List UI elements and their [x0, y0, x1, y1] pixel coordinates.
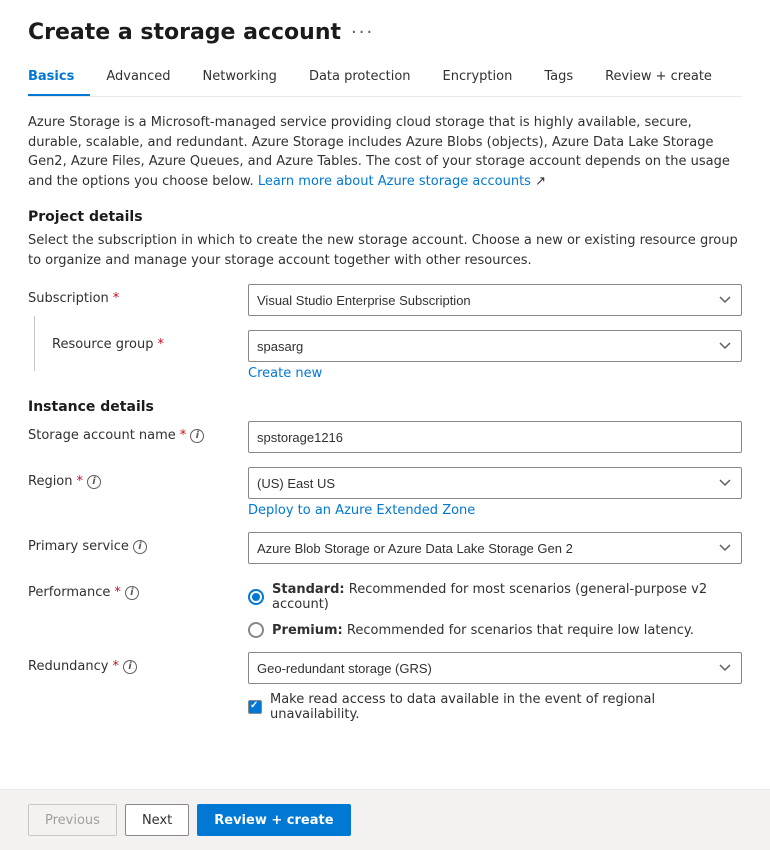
region-row: Region * i (US) East US Deploy to an Azu… [28, 467, 742, 518]
performance-standard-radio[interactable] [248, 589, 264, 605]
redundancy-checkbox-label: Make read access to data available in th… [270, 692, 742, 722]
resource-group-row: Resource group * spasarg Create new [28, 330, 742, 381]
performance-standard-label: Standard: Recommended for most scenarios… [272, 582, 742, 612]
storage-account-name-control [248, 421, 742, 453]
deploy-extended-zone-link[interactable]: Deploy to an Azure Extended Zone [248, 503, 742, 518]
region-label: Region * i [28, 467, 248, 489]
learn-more-link[interactable]: Learn more about Azure storage accounts [258, 174, 531, 189]
redundancy-checkbox[interactable] [248, 700, 262, 714]
footer: Previous Next Review + create [0, 789, 770, 850]
indent-line [34, 316, 35, 371]
tab-networking[interactable]: Networking [187, 61, 293, 96]
redundancy-control: Geo-redundant storage (GRS) Make read ac… [248, 652, 742, 722]
performance-standard-option[interactable]: Standard: Recommended for most scenarios… [248, 582, 742, 612]
storage-name-required: * [180, 428, 187, 443]
storage-account-name-label: Storage account name * i [28, 421, 248, 443]
resource-group-required: * [158, 337, 165, 352]
page-title-ellipsis: ··· [351, 22, 374, 43]
performance-radio-group: Standard: Recommended for most scenarios… [248, 578, 742, 638]
primary-service-select[interactable]: Azure Blob Storage or Azure Data Lake St… [248, 532, 742, 564]
performance-required: * [114, 585, 121, 600]
page-title: Create a storage account [28, 20, 341, 45]
redundancy-checkbox-row[interactable]: Make read access to data available in th… [248, 692, 742, 722]
resource-group-control: spasarg Create new [248, 330, 742, 381]
tab-advanced[interactable]: Advanced [90, 61, 186, 96]
tab-tags[interactable]: Tags [528, 61, 589, 96]
performance-premium-option[interactable]: Premium: Recommended for scenarios that … [248, 622, 742, 638]
performance-premium-label: Premium: Recommended for scenarios that … [272, 623, 694, 638]
instance-details-heading: Instance details [28, 399, 742, 415]
subscription-control: Visual Studio Enterprise Subscription [248, 284, 742, 316]
region-info-icon[interactable]: i [87, 475, 101, 489]
performance-label: Performance * i [28, 578, 248, 600]
tab-encryption[interactable]: Encryption [427, 61, 529, 96]
tab-data-protection[interactable]: Data protection [293, 61, 427, 96]
storage-account-name-input[interactable] [248, 421, 742, 453]
primary-service-row: Primary service i Azure Blob Storage or … [28, 532, 742, 564]
performance-premium-radio[interactable] [248, 622, 264, 638]
resource-group-select[interactable]: spasarg [248, 330, 742, 362]
project-details-heading: Project details [28, 209, 742, 225]
project-details-subtext: Select the subscription in which to crea… [28, 231, 742, 270]
tab-basics[interactable]: Basics [28, 61, 90, 96]
performance-info-icon[interactable]: i [125, 586, 139, 600]
primary-service-label: Primary service i [28, 532, 248, 554]
storage-name-info-icon[interactable]: i [190, 429, 204, 443]
tab-bar: Basics Advanced Networking Data protecti… [28, 61, 742, 97]
region-required: * [77, 474, 84, 489]
create-new-link[interactable]: Create new [248, 366, 742, 381]
region-select[interactable]: (US) East US [248, 467, 742, 499]
previous-button[interactable]: Previous [28, 804, 117, 836]
redundancy-required: * [112, 659, 119, 674]
review-create-button[interactable]: Review + create [197, 804, 350, 836]
subscription-select[interactable]: Visual Studio Enterprise Subscription [248, 284, 742, 316]
subscription-row: Subscription * Visual Studio Enterprise … [28, 284, 742, 316]
redundancy-row: Redundancy * i Geo-redundant storage (GR… [28, 652, 742, 722]
subscription-required: * [113, 291, 120, 306]
subscription-label: Subscription * [28, 284, 248, 306]
tab-review-create[interactable]: Review + create [589, 61, 728, 96]
storage-account-name-row: Storage account name * i [28, 421, 742, 453]
region-control: (US) East US Deploy to an Azure Extended… [248, 467, 742, 518]
description-text: Azure Storage is a Microsoft-managed ser… [28, 113, 742, 191]
performance-row: Performance * i Standard: Recommended fo… [28, 578, 742, 638]
redundancy-select[interactable]: Geo-redundant storage (GRS) [248, 652, 742, 684]
primary-service-control: Azure Blob Storage or Azure Data Lake St… [248, 532, 742, 564]
primary-service-info-icon[interactable]: i [133, 540, 147, 554]
redundancy-info-icon[interactable]: i [123, 660, 137, 674]
next-button[interactable]: Next [125, 804, 189, 836]
resource-group-label: Resource group * [28, 330, 248, 352]
performance-control: Standard: Recommended for most scenarios… [248, 578, 742, 638]
redundancy-label: Redundancy * i [28, 652, 248, 674]
